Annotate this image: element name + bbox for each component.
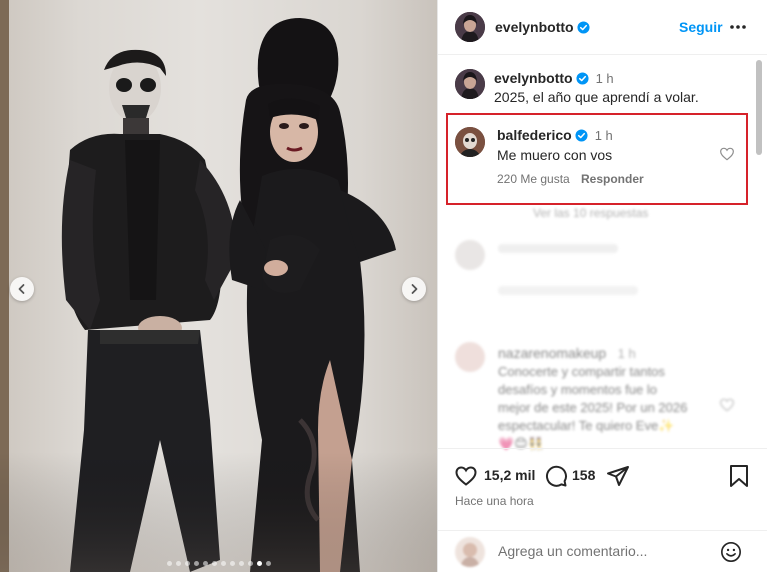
verified-icon (575, 129, 588, 142)
comment-button[interactable] (544, 464, 568, 493)
like-faded-comment-button[interactable] (719, 397, 735, 418)
author-avatar[interactable] (455, 12, 485, 42)
faded-comment-time[interactable]: 1 h (618, 346, 636, 361)
next-slide-button[interactable] (402, 277, 426, 301)
faded-comment-line: mejor de este 2025! Por un 2026 (498, 400, 688, 415)
carousel-dot (247, 561, 253, 566)
add-comment-bar (438, 530, 767, 573)
verified-icon (577, 21, 590, 34)
comment-username[interactable]: balfederico (497, 127, 572, 143)
faded-comment-line: Conocerte y compartir tantos (498, 364, 665, 379)
faded-comment-username[interactable]: nazarenomakeup (498, 345, 606, 361)
post-details-panel: evelynbotto Seguir evelynbotto 1 h 2025, … (437, 0, 767, 572)
faded-comment-line: desafíos y momentos fue lo (498, 382, 657, 397)
comment-input[interactable] (498, 543, 708, 559)
comment-text: Me muero con vos (497, 147, 613, 163)
likes-count[interactable]: 15,2 mil (484, 467, 535, 483)
comment-time[interactable]: 1 h (595, 128, 613, 143)
carousel-dots (0, 561, 437, 566)
caption-avatar[interactable] (455, 69, 485, 99)
post-actions: 15,2 mil 158 Hace una hora (438, 448, 767, 519)
comment-icon (545, 465, 567, 487)
post-photo[interactable] (0, 0, 437, 572)
faded-comment-line: espectacular! Te quiero Eve✨ (498, 418, 675, 433)
like-button[interactable] (454, 464, 478, 493)
like-comment-button[interactable] (719, 146, 735, 167)
carousel-dot (265, 561, 271, 566)
faded-comment-avatar[interactable] (455, 342, 485, 372)
carousel-dot (229, 561, 235, 566)
caption-username[interactable]: evelynbotto (494, 70, 573, 86)
reply-button[interactable]: Responder (581, 172, 644, 186)
comments-count[interactable]: 158 (572, 467, 595, 483)
share-button[interactable] (606, 464, 630, 493)
commenter-avatar[interactable] (455, 127, 485, 157)
author-username[interactable]: evelynbotto (495, 19, 574, 35)
post-header: evelynbotto Seguir (438, 0, 767, 55)
post-time[interactable]: Hace una hora (455, 494, 534, 508)
current-user-avatar (455, 537, 485, 567)
carousel-dot (238, 561, 244, 566)
more-icon (730, 25, 746, 29)
carousel-dot (175, 561, 181, 566)
heart-icon (455, 466, 477, 486)
faded-comments: Ver las 10 respuestas nazarenomakeup 1 h… (438, 200, 767, 451)
carousel-dot (166, 561, 172, 566)
emoji-icon (721, 542, 741, 562)
caption-time[interactable]: 1 h (596, 71, 614, 86)
previous-slide-button[interactable] (10, 277, 34, 301)
scrollbar-thumb[interactable] (756, 60, 762, 155)
save-icon (730, 465, 748, 487)
caption-text: 2025, el año que aprendí a volar. (494, 89, 699, 105)
more-options-button[interactable] (728, 17, 748, 42)
carousel-dot (202, 561, 208, 566)
view-replies[interactable]: Ver las 10 respuestas (533, 206, 648, 220)
heart-icon (720, 147, 734, 161)
share-icon (607, 466, 629, 486)
carousel-dot (256, 561, 262, 566)
carousel-dot (193, 561, 199, 566)
comment-likes[interactable]: 220 Me gusta (497, 172, 570, 186)
carousel-dot (184, 561, 190, 566)
follow-button[interactable]: Seguir (679, 19, 723, 35)
chevron-right-icon (411, 284, 418, 294)
carousel-dot (220, 561, 226, 566)
carousel-dot (211, 561, 217, 566)
save-button[interactable] (728, 464, 750, 493)
heart-icon (720, 398, 734, 412)
verified-icon (576, 72, 589, 85)
photo-illustration (0, 0, 437, 572)
emoji-button[interactable] (720, 541, 742, 568)
chevron-left-icon (18, 284, 25, 294)
comments-scrollbar[interactable] (756, 60, 762, 440)
